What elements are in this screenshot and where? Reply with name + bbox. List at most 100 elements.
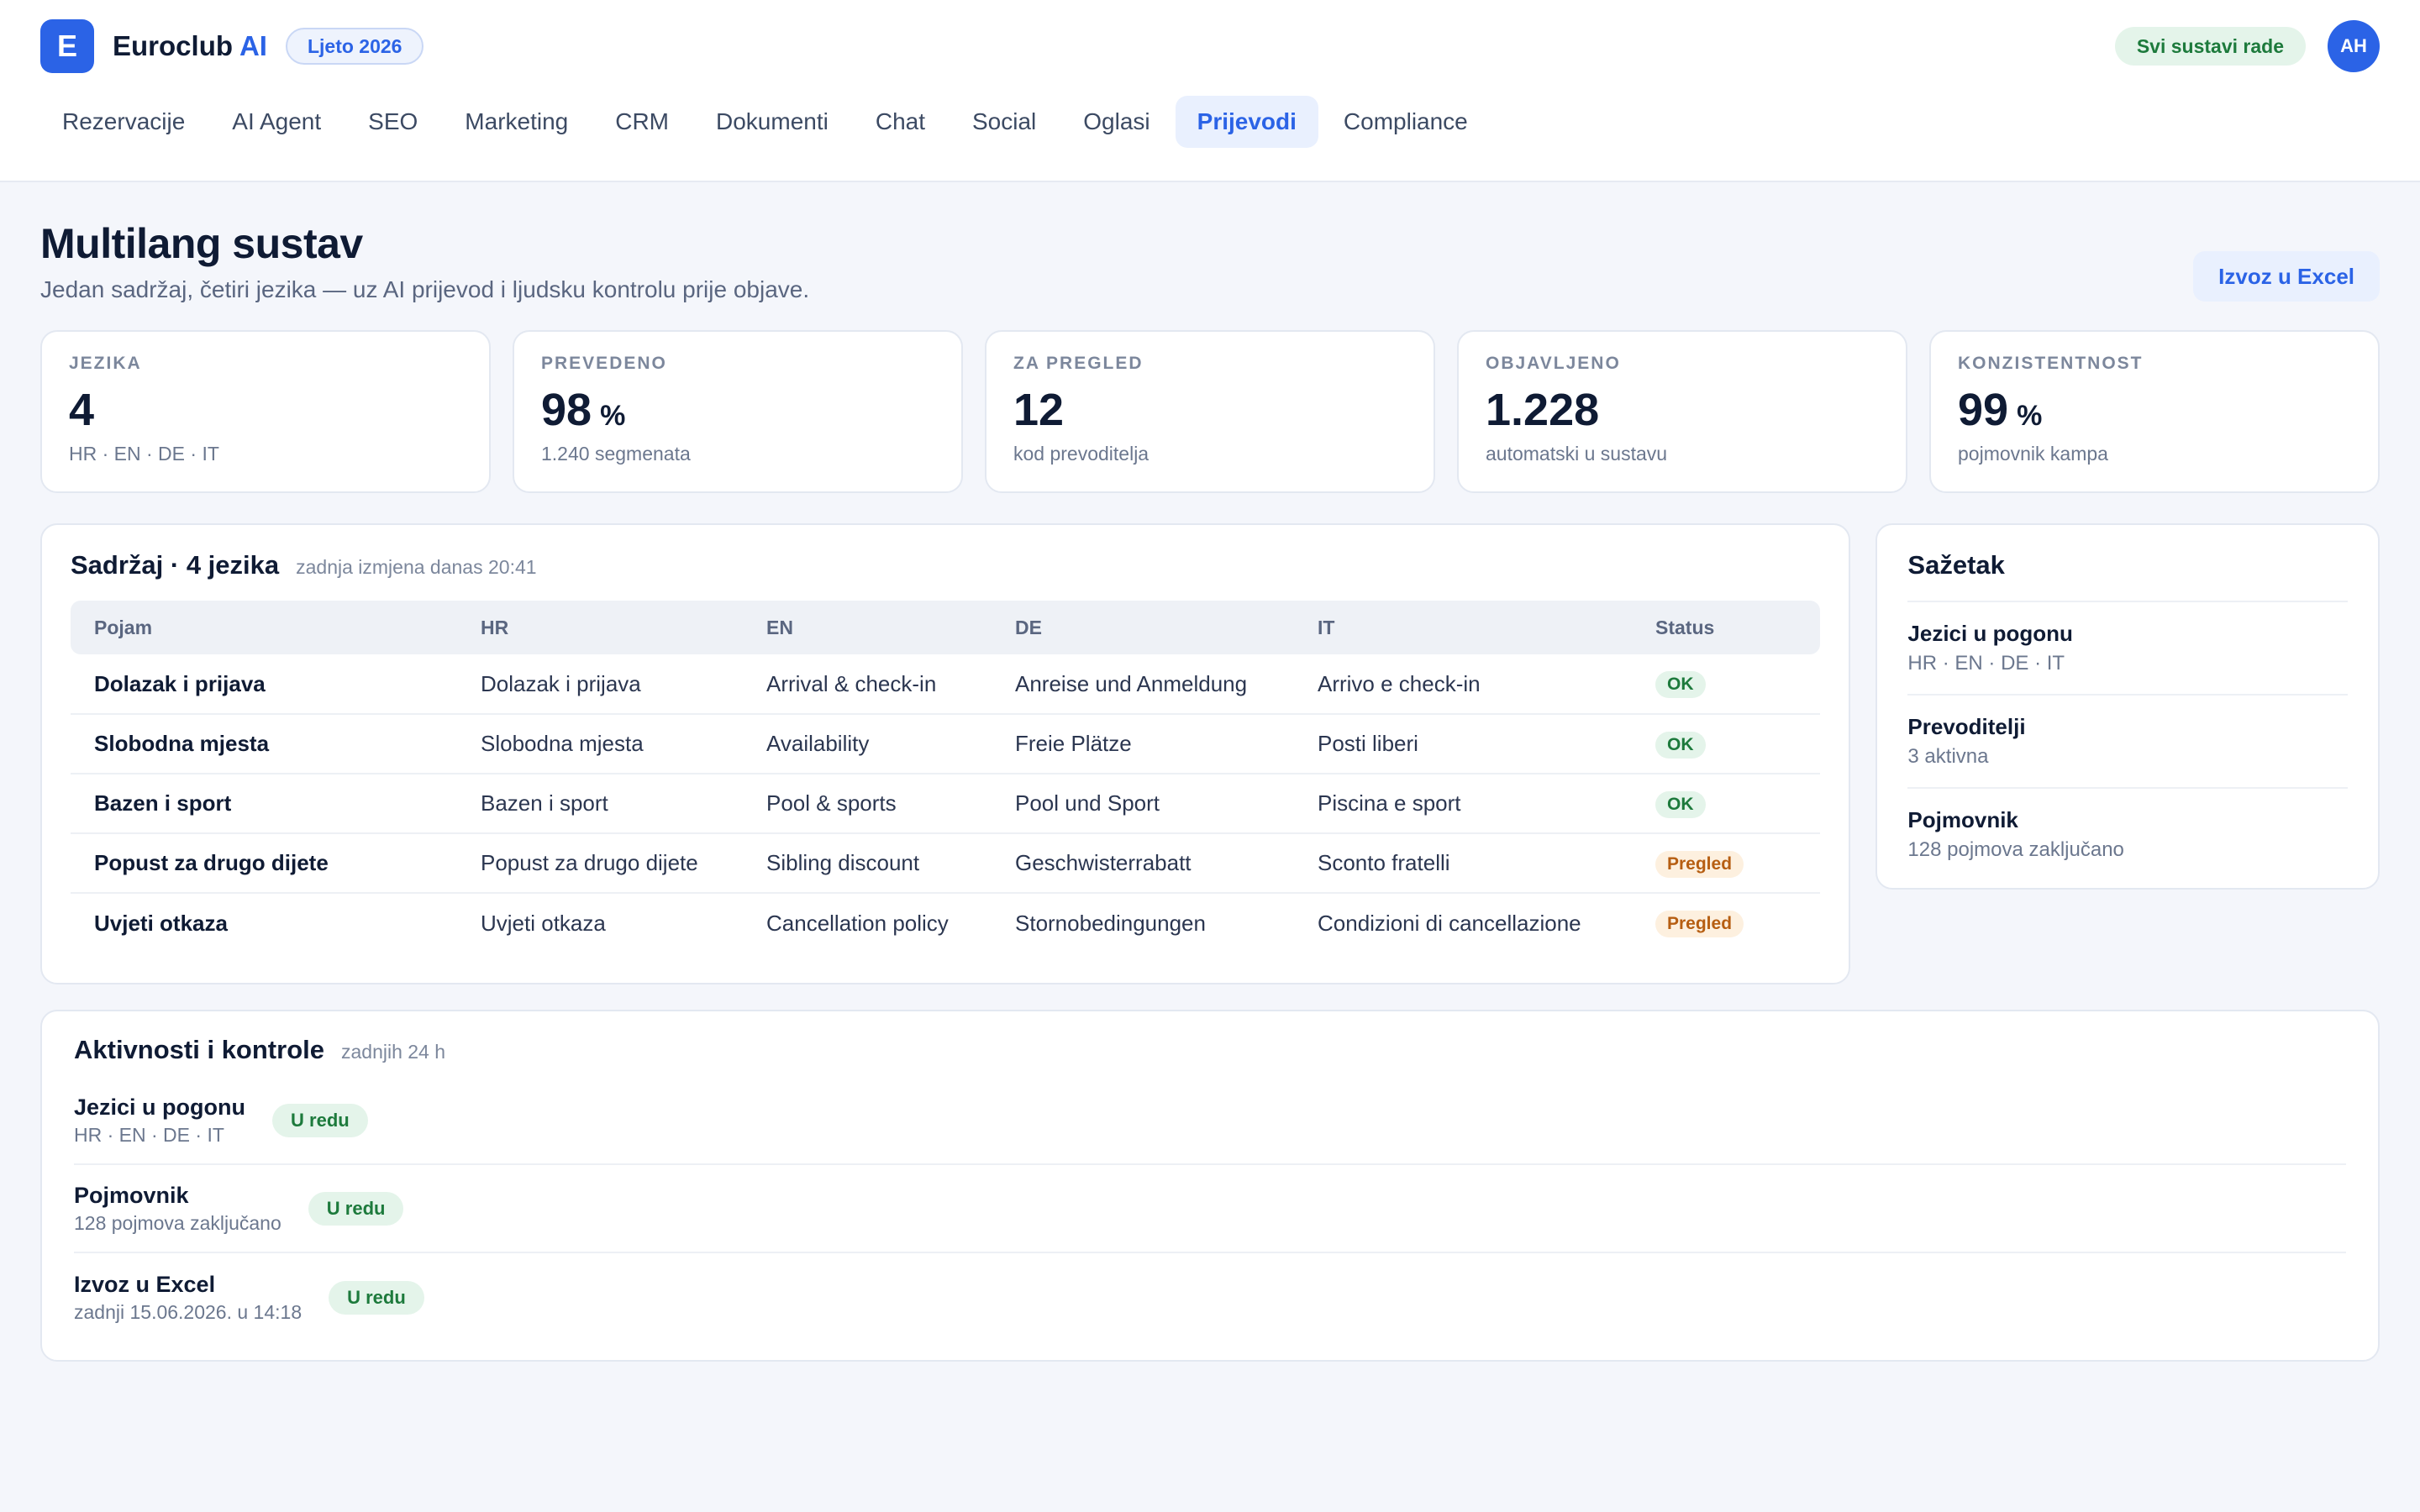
tab-marketing[interactable]: Marketing — [443, 96, 590, 148]
stat-sub: HR · EN · DE · IT — [69, 443, 219, 465]
brand-row: E Euroclub AI Ljeto 2026 Svi sustavi rad… — [0, 0, 2420, 92]
cell-de: Geschwisterrabatt — [992, 833, 1294, 894]
tab-chat[interactable]: Chat — [854, 96, 947, 148]
col-header-term[interactable]: Pojam — [71, 601, 457, 654]
cell-hr: Uvjeti otkaza — [481, 910, 606, 936]
cell-hr: Popust za drugo dijete — [457, 833, 743, 894]
activity-sub: HR · EN · DE · IT — [74, 1123, 224, 1146]
stat-card-review: ZA PREGLED 12 kod prevoditelja — [985, 330, 1435, 493]
stat-sub: pojmovnik kampa — [1958, 443, 2108, 465]
activity-card-title: Aktivnosti i kontrole — [74, 1035, 324, 1064]
cell-it: Sconto fratelli — [1294, 833, 1632, 894]
cell-it: Arrivo e check-in — [1294, 654, 1632, 715]
stat-card-translated: PREVEDENO 98% 1.240 segmenata — [513, 330, 963, 493]
tab-prijevodi[interactable]: Prijevodi — [1175, 96, 1318, 148]
summary-item: Jezici u pogonu HR · EN · DE · IT — [1907, 602, 2348, 696]
activity-card-meta: zadnjih 24 h — [340, 1041, 446, 1063]
tab-ai-agent[interactable]: AI Agent — [210, 96, 343, 148]
stat-label: ZA PREGLED — [1013, 354, 1144, 373]
stat-card-published: OBJAVLJENO 1.228 automatski u sustavu — [1457, 330, 1907, 493]
tab-oglasi[interactable]: Oglasi — [1061, 96, 1171, 148]
col-header-hr[interactable]: HR — [457, 601, 743, 654]
activity-text: Pojmovnik 128 pojmova zaključano — [74, 1183, 281, 1235]
cell-it: Piscina e sport — [1294, 774, 1632, 834]
summary-item-name: Prevoditelji — [1907, 714, 2026, 739]
activity-sub: 128 pojmova zaključano — [74, 1211, 281, 1234]
cell-term: Slobodna mjesta — [71, 714, 457, 774]
status-badge: OK — [1655, 671, 1706, 698]
main-content: Multilang sustav Jedan sadržaj, četiri j… — [0, 219, 2420, 1362]
tab-crm[interactable]: CRM — [593, 96, 691, 148]
table-row[interactable]: Dolazak i prijava Dolazak i prijava Arri… — [71, 654, 1821, 715]
main-nav: Rezervacije AI Agent SEO Marketing CRM D… — [0, 92, 2420, 151]
avatar[interactable]: AH — [2328, 20, 2380, 72]
content-card-title: Sadržaj · 4 jezika — [71, 550, 280, 580]
cell-en: Pool & sports — [743, 774, 992, 834]
tab-dokumenti[interactable]: Dokumenti — [694, 96, 850, 148]
cell-hr: Slobodna mjesta — [457, 714, 743, 774]
status-badge: Pregled — [1655, 850, 1744, 878]
cell-it: Condizioni di cancellazione — [1318, 910, 1581, 936]
tab-compliance[interactable]: Compliance — [1322, 96, 1490, 148]
brand-name: Euroclub AI — [113, 30, 267, 62]
summary-item-value: 3 aktivna — [1907, 745, 1989, 768]
summary-item: Pojmovnik 128 pojmova zaključano — [1907, 789, 2348, 880]
summary-item-value: HR · EN · DE · IT — [1907, 652, 2065, 675]
cell-hr: Dolazak i prijava — [457, 654, 743, 715]
table-row[interactable]: Popust za drugo dijete Popust za drugo d… — [71, 833, 1821, 894]
cell-de: Anreise und Anmeldung — [992, 654, 1294, 715]
table-row[interactable]: Bazen i sport Bazen i sport Pool & sport… — [71, 774, 1821, 834]
system-status-badge: Svi sustavi rade — [2114, 27, 2306, 66]
list-item[interactable]: Izvoz u Excel zadnji 15.06.2026. u 14:18… — [74, 1253, 2346, 1341]
season-badge[interactable]: Ljeto 2026 — [285, 28, 424, 65]
cell-en: Arrival & check-in — [743, 654, 992, 715]
list-item[interactable]: Pojmovnik 128 pojmova zaključano U redu — [74, 1165, 2346, 1253]
cell-de: Stornobedingungen — [1015, 910, 1206, 936]
cell-it: Posti liberi — [1294, 714, 1632, 774]
stat-sub: automatski u sustavu — [1486, 443, 1668, 465]
brand-main: Euroclub — [113, 30, 234, 61]
tab-seo[interactable]: SEO — [346, 96, 439, 148]
tab-rezervacije[interactable]: Rezervacije — [40, 96, 207, 148]
cell-en: Cancellation policy — [766, 910, 949, 936]
content-card-meta: zadnja izmjena danas 20:41 — [296, 556, 537, 578]
top-right: Svi sustavi rade AH — [2114, 20, 2380, 72]
content-card-header: Sadržaj · 4 jezika zadnja izmjena danas … — [71, 550, 1820, 580]
table-row[interactable]: Slobodna mjesta Slobodna mjesta Availabi… — [71, 714, 1821, 774]
activity-sub: zadnji 15.06.2026. u 14:18 — [74, 1300, 302, 1323]
col-header-de[interactable]: DE — [992, 601, 1294, 654]
cell-status: OK — [1632, 654, 1821, 715]
tab-social[interactable]: Social — [950, 96, 1058, 148]
cell-en: Availability — [743, 714, 992, 774]
export-excel-button[interactable]: Izvoz u Excel — [2193, 251, 2380, 302]
summary-item-name: Pojmovnik — [1907, 807, 2018, 832]
stat-value: 1.228 — [1486, 385, 1600, 435]
activity-name: Pojmovnik — [74, 1182, 189, 1208]
cell-term: Uvjeti otkaza — [94, 910, 228, 936]
list-item[interactable]: Jezici u pogonu HR · EN · DE · IT U redu — [74, 1077, 2346, 1165]
activity-card-header: Aktivnosti i kontrole zadnjih 24 h — [74, 1035, 2346, 1065]
top-bar: E Euroclub AI Ljeto 2026 Svi sustavi rad… — [0, 0, 2420, 182]
stat-value: 12 — [1013, 385, 1065, 435]
cell-hr: Bazen i sport — [457, 774, 743, 834]
table-row[interactable]: Uvjeti otkaza Uvjeti otkaza Cancellation… — [71, 893, 1820, 953]
stat-value: 98% — [541, 385, 626, 435]
status-badge: U redu — [272, 1103, 368, 1137]
table-header-row: Pojam HR EN DE IT Status — [71, 601, 1821, 654]
app-logo[interactable]: E — [40, 19, 94, 73]
cell-status: Pregled — [1632, 833, 1821, 894]
content-card: Sadržaj · 4 jezika zadnja izmjena danas … — [40, 523, 1851, 984]
cell-de: Pool und Sport — [992, 774, 1294, 834]
stat-label: OBJAVLJENO — [1486, 354, 1621, 373]
summary-card: Sažetak Jezici u pogonu HR · EN · DE · I… — [1876, 523, 2380, 890]
stat-value: 99% — [1958, 385, 2043, 435]
cell-de: Freie Plätze — [992, 714, 1294, 774]
col-header-it[interactable]: IT — [1294, 601, 1632, 654]
status-badge: Pregled — [1655, 911, 1744, 937]
title-row: Multilang sustav Jedan sadržaj, četiri j… — [40, 219, 2380, 303]
col-header-status[interactable]: Status — [1632, 601, 1820, 654]
summary-item-value: 128 pojmova zaključano — [1907, 838, 2124, 861]
col-header-en[interactable]: EN — [743, 601, 992, 654]
stat-sub: kod prevoditelja — [1013, 443, 1150, 465]
activity-list: Jezici u pogonu HR · EN · DE · IT U redu… — [74, 1077, 2346, 1341]
